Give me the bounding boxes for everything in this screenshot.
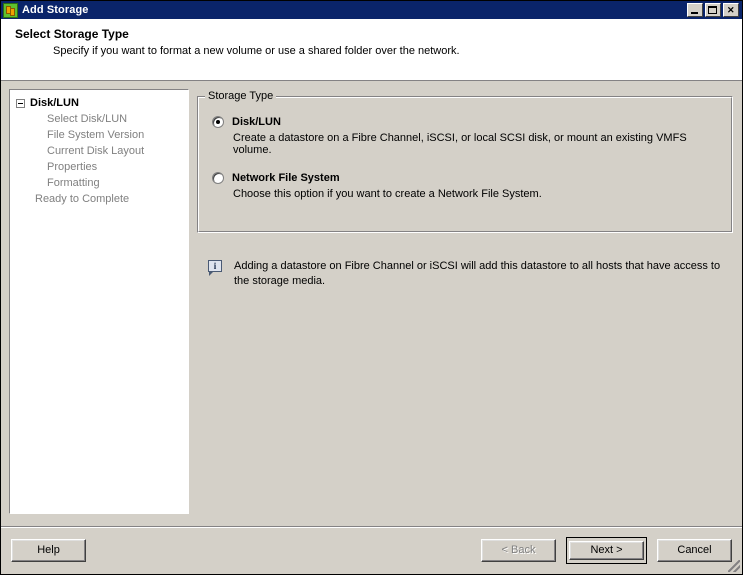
wizard-step-tree: Disk/LUN Select Disk/LUN File System Ver… (8, 88, 190, 515)
tree-item-label: Select Disk/LUN (47, 113, 128, 125)
close-icon[interactable] (723, 3, 739, 17)
option-description: Choose this option if you want to create… (233, 188, 542, 200)
radio-disk-lun[interactable] (212, 116, 224, 128)
minimize-button[interactable] (687, 3, 703, 17)
tree-item-label: Formatting (47, 177, 100, 189)
title-bar: Add Storage (1, 1, 742, 19)
tree-item-label: Ready to Complete (35, 193, 130, 205)
radio-network-file-system[interactable] (212, 172, 224, 184)
tree-item-select-disk-lun[interactable]: Select Disk/LUN (10, 111, 188, 127)
option-network-file-system[interactable]: Network File System Choose this option i… (212, 172, 720, 200)
tree-item-label: Properties (47, 161, 98, 173)
tree-item-label: Current Disk Layout (47, 145, 145, 157)
option-label: Network File System (232, 172, 340, 184)
next-button[interactable]: Next > (566, 537, 647, 564)
resize-grip[interactable] (728, 560, 740, 572)
content-panel: Storage Type Disk/LUN Create a datastore… (197, 89, 733, 526)
info-note: i Adding a datastore on Fibre Channel or… (197, 259, 733, 289)
tree-item-disk-lun[interactable]: Disk/LUN (10, 95, 188, 111)
tree-item-label: File System Version (47, 129, 145, 141)
page-title: Select Storage Type (15, 27, 129, 41)
dialog-footer: Help < Back Next > Cancel (1, 526, 742, 574)
collapse-icon[interactable] (16, 98, 25, 108)
page-header: Select Storage Type Specify if you want … (1, 19, 742, 81)
tree-item-file-system-version[interactable]: File System Version (10, 127, 188, 143)
info-icon: i (208, 260, 224, 277)
tree-item-properties[interactable]: Properties (10, 159, 188, 175)
storage-type-groupbox: Storage Type Disk/LUN Create a datastore… (197, 90, 733, 233)
window-title: Add Storage (22, 4, 89, 16)
window-controls (687, 3, 741, 17)
groupbox-legend: Storage Type (205, 90, 277, 102)
add-storage-dialog: Add Storage Select Storage Type Specify … (0, 0, 743, 575)
option-label: Disk/LUN (232, 116, 281, 128)
tree-item-current-disk-layout[interactable]: Current Disk Layout (10, 143, 188, 159)
info-note-text: Adding a datastore on Fibre Channel or i… (234, 260, 721, 287)
back-button[interactable]: < Back (481, 539, 556, 562)
tree-item-ready-to-complete[interactable]: Ready to Complete (10, 191, 188, 207)
option-disk-lun[interactable]: Disk/LUN Create a datastore on a Fibre C… (212, 116, 720, 156)
dialog-body: Disk/LUN Select Disk/LUN File System Ver… (1, 81, 742, 526)
tree-item-formatting[interactable]: Formatting (10, 175, 188, 191)
maximize-button[interactable] (705, 3, 721, 17)
option-description: Create a datastore on a Fibre Channel, i… (233, 132, 687, 156)
help-button[interactable]: Help (11, 539, 86, 562)
next-button-label: Next > (569, 541, 644, 560)
cancel-button[interactable]: Cancel (657, 539, 732, 562)
tree-item-label: Disk/LUN (30, 97, 79, 109)
page-subtitle: Specify if you want to format a new volu… (53, 45, 460, 57)
footer-actions: < Back Next > Cancel (481, 537, 732, 564)
add-storage-icon (3, 2, 18, 18)
